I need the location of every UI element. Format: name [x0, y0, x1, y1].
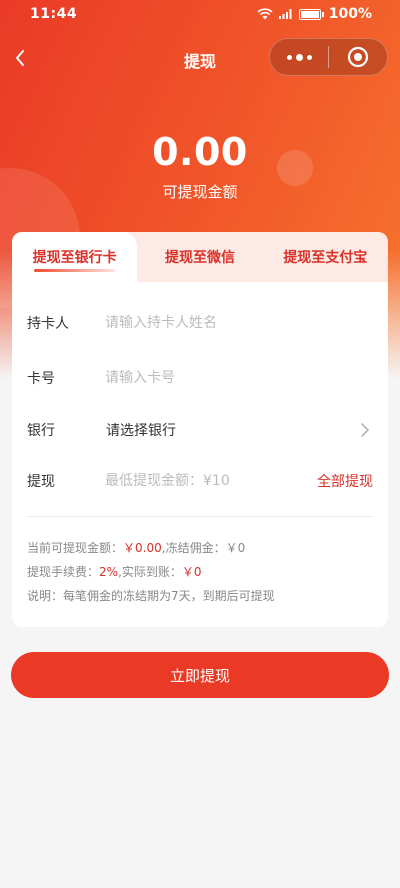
signal-icon — [278, 9, 292, 19]
fee-info: 提现手续费：2%,实际到账：￥0 — [27, 563, 202, 580]
available-info: 当前可提现金额：￥0.00,冻结佣金：￥0 — [27, 539, 245, 556]
available-amount: 0.00 — [152, 130, 248, 174]
tab-label: 提现至微信 — [164, 250, 235, 266]
fee-info-label: 提现手续费： — [27, 565, 100, 579]
card-number-label: 卡号 — [27, 371, 55, 387]
bank-select[interactable]: 请选择银行 — [106, 420, 176, 440]
wifi-icon — [257, 8, 273, 20]
bank-label: 银行 — [27, 423, 55, 439]
card-number-input[interactable] — [105, 363, 305, 393]
tab-wechat[interactable]: 提现至微信 — [137, 232, 262, 282]
withdraw-method-tabs: 提现至银行卡 提现至微信 提现至支付宝 — [12, 232, 388, 282]
bank-row[interactable]: 银行 请选择银行 — [12, 410, 388, 450]
section-divider — [27, 516, 373, 517]
battery-level: 100% — [328, 6, 372, 22]
holder-row: 持卡人 — [12, 303, 388, 343]
chevron-right-icon[interactable] — [360, 422, 370, 438]
dot-icon — [306, 54, 312, 60]
mini-program-capsule — [269, 38, 388, 76]
holder-label: 持卡人 — [27, 316, 69, 332]
navigation-bar: 提现 — [0, 36, 400, 80]
tab-bank-card[interactable]: 提现至银行卡 — [12, 232, 138, 282]
active-tab-indicator — [34, 269, 116, 272]
status-bar: 11:44 100% — [0, 0, 400, 28]
status-icons: 100% — [257, 6, 372, 22]
withdraw-amount-input[interactable] — [105, 466, 305, 496]
dot-icon — [286, 54, 292, 60]
more-button[interactable] — [270, 39, 328, 75]
holder-name-input[interactable] — [105, 308, 305, 338]
frozen-info-value: ￥0 — [225, 541, 246, 555]
withdraw-label: 提现 — [27, 474, 55, 490]
available-info-value: ￥0.00 — [123, 541, 162, 555]
actual-info-value: ￥0 — [181, 565, 202, 579]
submit-withdraw-button[interactable]: 立即提现 — [11, 652, 389, 698]
freeze-note: 说明：每笔佣金的冻结期为7天，到期后可提现 — [27, 589, 275, 603]
tab-label: 提现至支付宝 — [283, 250, 368, 266]
target-close-icon — [347, 46, 369, 68]
tab-label: 提现至银行卡 — [32, 250, 117, 266]
status-time: 11:44 — [30, 6, 78, 22]
withdraw-all-button[interactable]: 全部提现 — [317, 471, 373, 491]
actual-info-label: ,实际到账： — [118, 565, 182, 579]
close-mini-program-button[interactable] — [329, 39, 387, 75]
withdraw-amount-row: 提现 全部提现 — [12, 461, 388, 501]
frozen-info-label: ,冻结佣金： — [161, 541, 226, 555]
tab-alipay[interactable]: 提现至支付宝 — [263, 232, 388, 282]
available-info-label: 当前可提现金额： — [27, 541, 124, 555]
battery-icon — [298, 8, 321, 20]
available-amount-label: 可提现金额 — [162, 183, 238, 201]
fee-info-value: 2% — [99, 565, 119, 579]
battery-tip — [321, 11, 324, 17]
withdraw-form-card: 提现至银行卡 提现至微信 提现至支付宝 持卡人 卡号 银行 请选择银行 提现 全… — [12, 232, 388, 627]
card-number-row: 卡号 — [12, 358, 388, 398]
dot-icon — [295, 53, 303, 61]
